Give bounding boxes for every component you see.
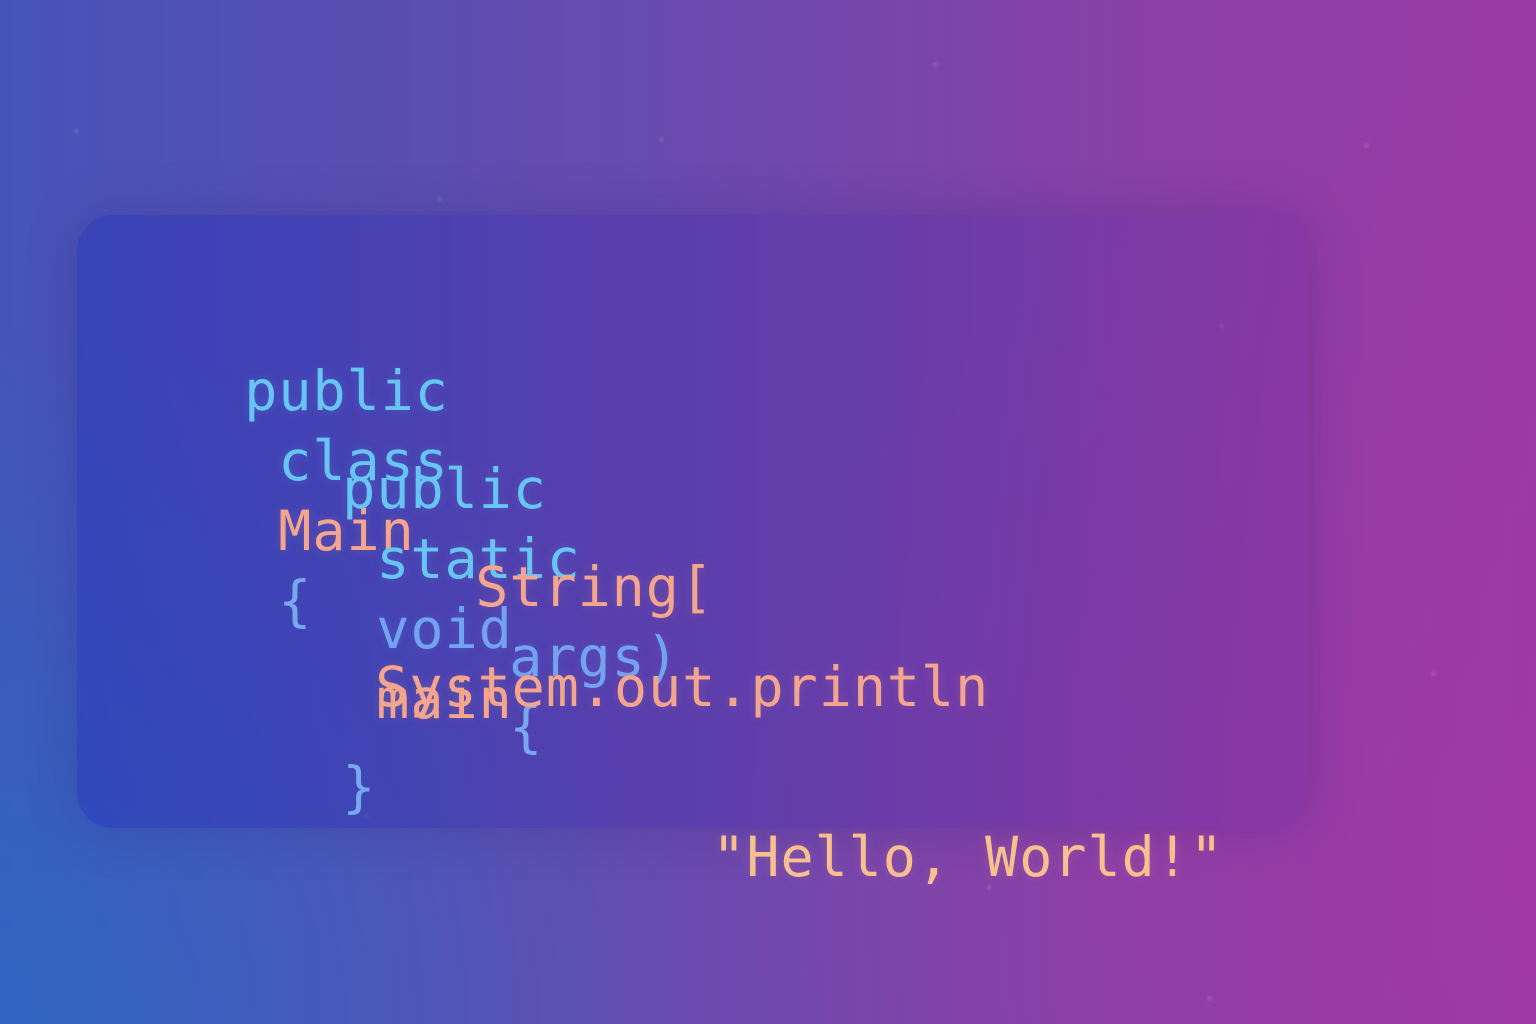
dust-particle (1207, 996, 1212, 1001)
dust-particle (659, 137, 664, 142)
close-brace: } (342, 755, 377, 819)
dust-particle (933, 62, 938, 67)
code-line-5: } "Hello, World!" (274, 682, 1224, 892)
dust-particle (437, 197, 442, 202)
dust-particle (1364, 143, 1369, 148)
string-hello-world: "Hello, World!" (712, 825, 1224, 889)
dust-particle (74, 129, 79, 134)
dust-particle (1431, 671, 1436, 676)
